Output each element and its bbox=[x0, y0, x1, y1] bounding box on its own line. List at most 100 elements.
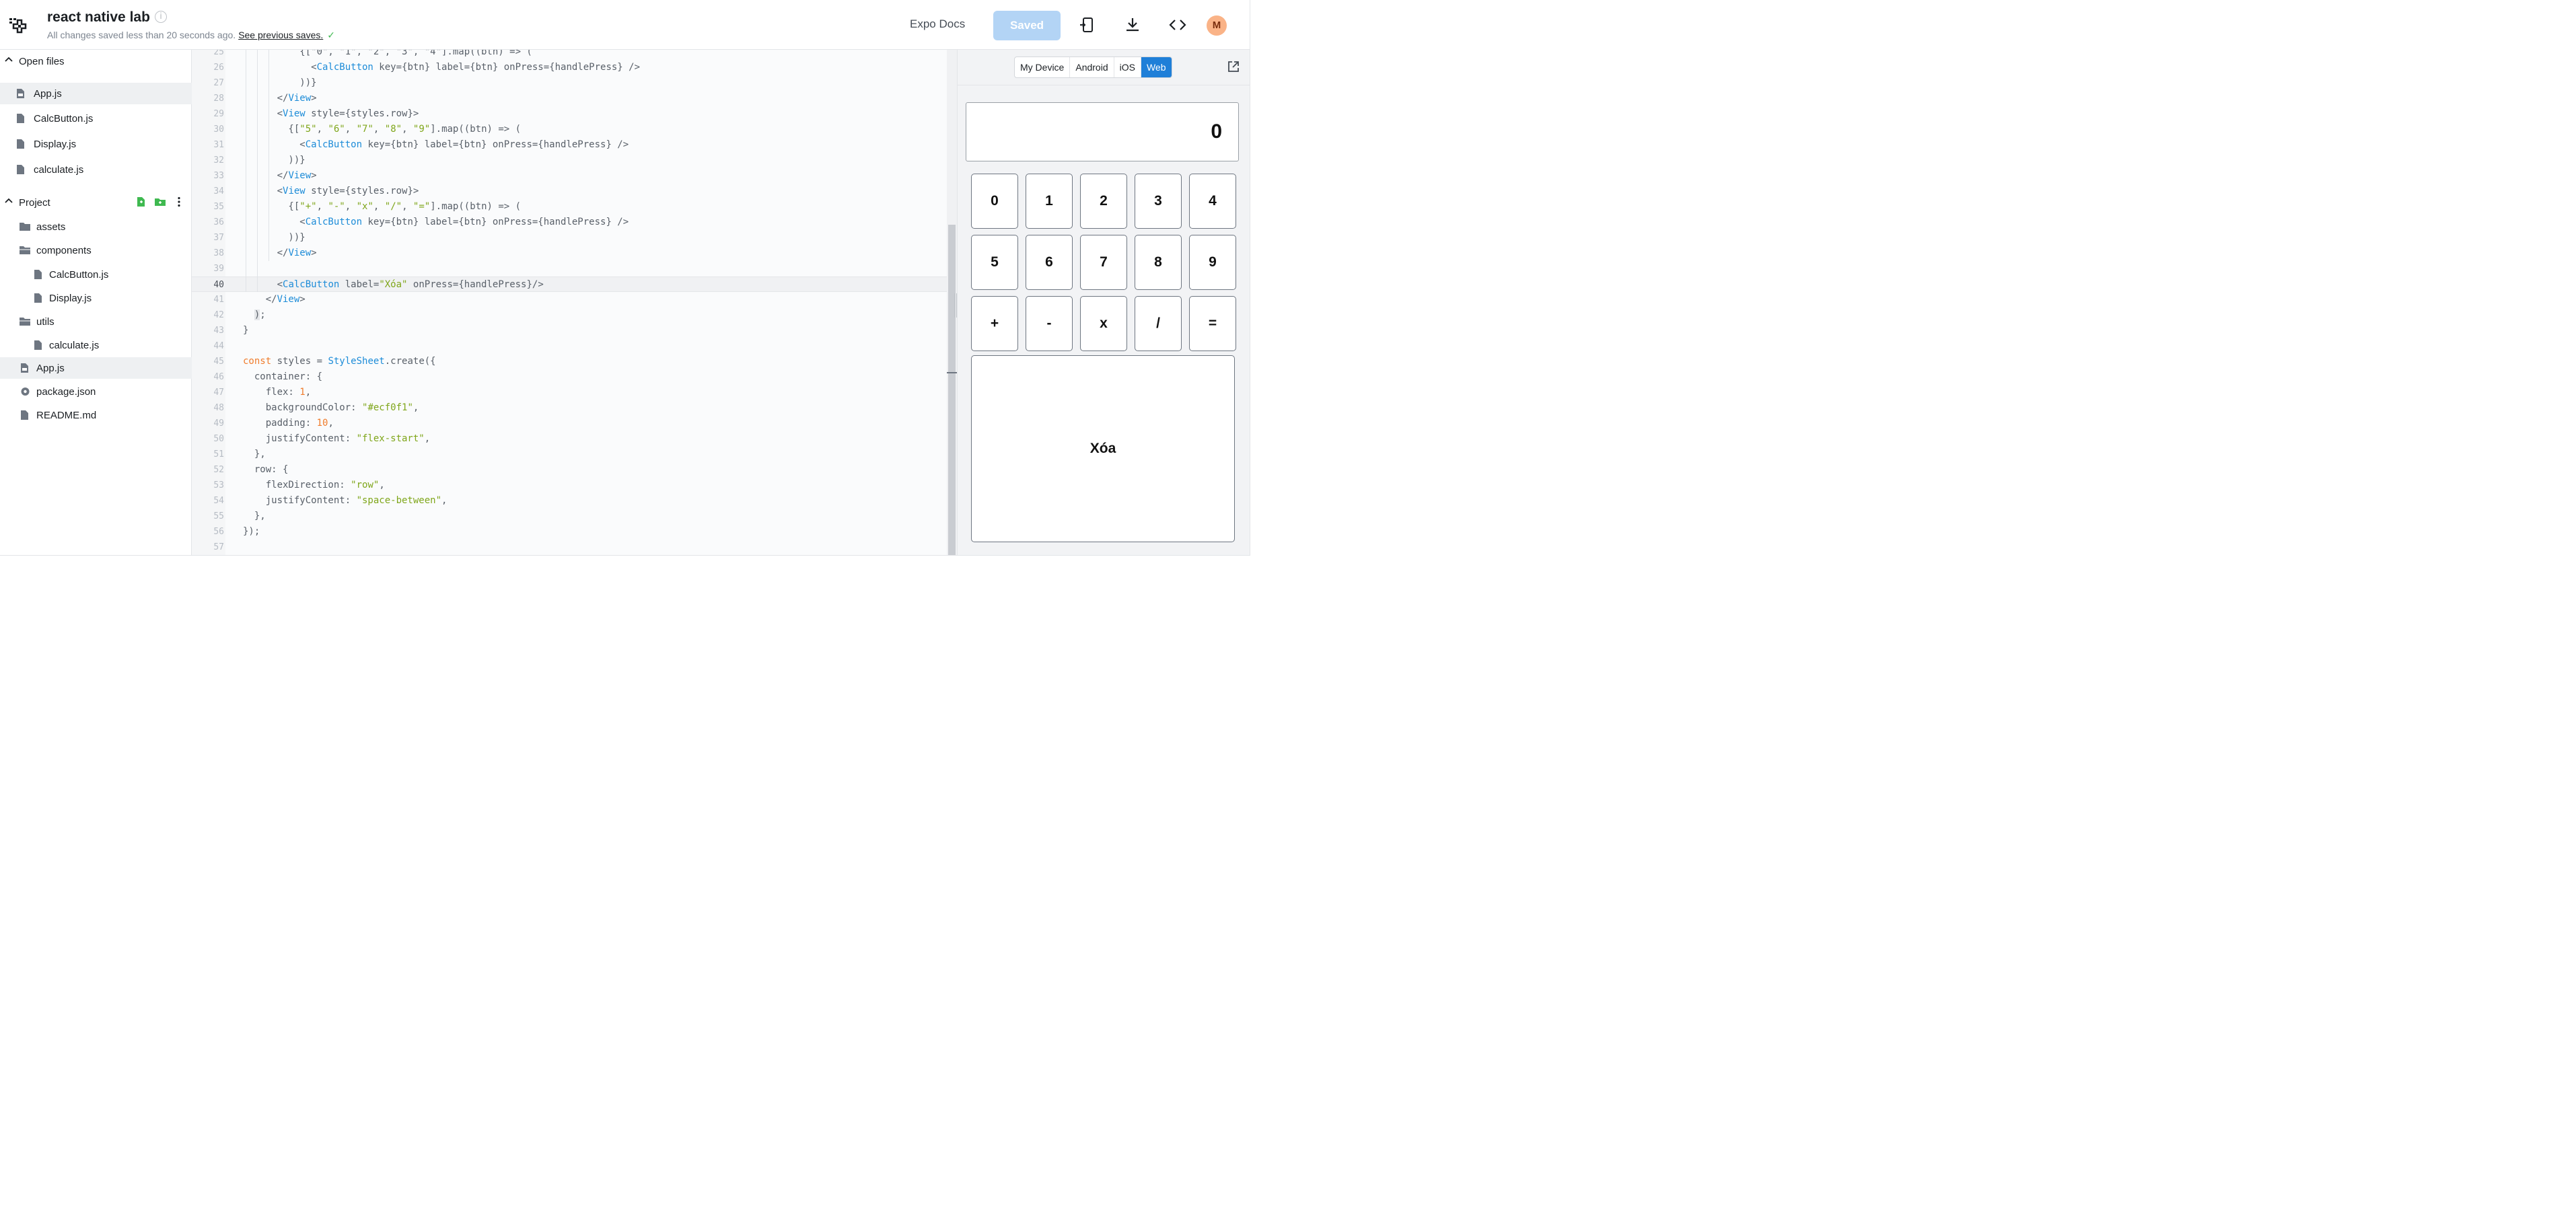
code-line[interactable]: 34 <View style={styles.row}> bbox=[192, 184, 947, 199]
project-title[interactable]: react native lab bbox=[47, 9, 150, 26]
code-line[interactable]: 29 <View style={styles.row}> bbox=[192, 106, 947, 122]
tree-file-readme-md[interactable]: README.md bbox=[0, 404, 192, 426]
code-line[interactable]: 44 bbox=[192, 338, 947, 354]
code-line[interactable]: 32 ))} bbox=[192, 153, 947, 168]
line-number: 39 bbox=[213, 264, 224, 274]
calc-key-7[interactable]: 7 bbox=[1080, 235, 1127, 290]
open-file-calculate-js[interactable]: calculate.js bbox=[0, 159, 192, 180]
code-line[interactable]: 57 bbox=[192, 540, 947, 555]
open-file-app-js[interactable]: App.js bbox=[0, 83, 192, 104]
saved-button[interactable]: Saved bbox=[993, 11, 1061, 40]
code-line[interactable]: 53 flexDirection: "row", bbox=[192, 478, 947, 493]
indent-guide bbox=[257, 50, 258, 292]
calc-key-0[interactable]: 0 bbox=[971, 174, 1018, 229]
open-file-calcbutton-js[interactable]: CalcButton.js bbox=[0, 108, 192, 129]
code-line[interactable]: 27 ))} bbox=[192, 75, 947, 91]
calc-key-minus[interactable]: - bbox=[1026, 296, 1073, 351]
calc-key-multiply[interactable]: x bbox=[1080, 296, 1127, 351]
code-line[interactable]: 56}); bbox=[192, 524, 947, 540]
tree-file-calcbutton-js[interactable]: CalcButton.js bbox=[0, 264, 192, 285]
line-number: 37 bbox=[213, 233, 224, 243]
code-line[interactable]: 26 <CalcButton key={btn} label={btn} onP… bbox=[192, 60, 947, 75]
scrollbar-thumb[interactable] bbox=[948, 225, 956, 555]
expo-docs-button[interactable]: Expo Docs bbox=[910, 17, 965, 31]
code-line[interactable]: 47 flex: 1, bbox=[192, 385, 947, 400]
project-section-header[interactable]: Project bbox=[0, 193, 192, 213]
platform-tabs: My Device Android iOS Web bbox=[1014, 57, 1172, 78]
code-line[interactable]: 33 </View> bbox=[192, 168, 947, 184]
calc-clear-button[interactable]: Xóa bbox=[971, 355, 1235, 542]
calc-key-4[interactable]: 4 bbox=[1189, 174, 1236, 229]
tree-folder-assets[interactable]: assets bbox=[0, 216, 192, 237]
see-previous-saves-link[interactable]: See previous saves. bbox=[238, 30, 323, 40]
code-line[interactable]: 55 }, bbox=[192, 509, 947, 524]
calc-key-8[interactable]: 8 bbox=[1135, 235, 1182, 290]
line-number: 48 bbox=[213, 403, 224, 413]
expo-logo-icon[interactable] bbox=[8, 15, 30, 36]
code-line[interactable]: 37 ))} bbox=[192, 230, 947, 246]
calc-key-6[interactable]: 6 bbox=[1026, 235, 1073, 290]
code-embed-icon[interactable] bbox=[1168, 15, 1188, 35]
calc-key-divide[interactable]: / bbox=[1135, 296, 1182, 351]
code-line[interactable]: 38 </View> bbox=[192, 246, 947, 261]
download-icon[interactable] bbox=[1122, 15, 1143, 35]
tree-file-app-js[interactable]: App.js bbox=[0, 357, 192, 379]
tree-folder-utils[interactable]: utils bbox=[0, 311, 192, 332]
new-folder-icon[interactable] bbox=[154, 196, 166, 208]
more-vertical-icon[interactable] bbox=[173, 196, 185, 208]
folder-name: components bbox=[36, 245, 92, 256]
header-bar: react native lab i All changes saved les… bbox=[0, 0, 1250, 50]
device-preview-icon[interactable] bbox=[1077, 15, 1098, 35]
tree-file-calculate-js[interactable]: calculate.js bbox=[0, 334, 192, 356]
calc-key-plus[interactable]: + bbox=[971, 296, 1018, 351]
calc-key-3[interactable]: 3 bbox=[1135, 174, 1182, 229]
code-line[interactable]: 54 justifyContent: "space-between", bbox=[192, 493, 947, 509]
line-number: 47 bbox=[213, 388, 224, 398]
info-icon[interactable]: i bbox=[155, 11, 167, 23]
code-line[interactable]: 45 const styles = StyleSheet.create({ bbox=[192, 354, 947, 369]
code-line-current[interactable]: 40 <CalcButton label="Xóa" onPress={hand… bbox=[192, 277, 947, 292]
tree-file-package-json[interactable]: package.json bbox=[0, 381, 192, 402]
calc-key-1[interactable]: 1 bbox=[1026, 174, 1073, 229]
code-line[interactable]: 35 {["+", "-", "x", "/", "="].map((btn) … bbox=[192, 199, 947, 215]
code-line[interactable]: 43} bbox=[192, 323, 947, 338]
line-number: 34 bbox=[213, 186, 224, 196]
code-line[interactable]: 52 row: { bbox=[192, 462, 947, 478]
tree-folder-components[interactable]: components bbox=[0, 240, 192, 261]
code-line[interactable]: 49 padding: 10, bbox=[192, 416, 947, 431]
tab-web[interactable]: Web bbox=[1141, 57, 1172, 77]
calculator-display: 0 bbox=[966, 102, 1239, 161]
file-name: README.md bbox=[36, 410, 97, 421]
tab-my-device[interactable]: My Device bbox=[1015, 57, 1071, 77]
calc-key-2[interactable]: 2 bbox=[1080, 174, 1127, 229]
tab-android[interactable]: Android bbox=[1070, 57, 1114, 77]
user-avatar[interactable]: M bbox=[1207, 15, 1227, 36]
gear-file-icon bbox=[21, 388, 30, 396]
tree-file-display-js[interactable]: Display.js bbox=[0, 287, 192, 309]
code-line[interactable]: 25 {["0", "1", "2", "3", "4"].map((btn) … bbox=[192, 50, 947, 60]
code-line[interactable]: 28 </View> bbox=[192, 91, 947, 106]
open-files-label: Open files bbox=[19, 56, 65, 67]
new-file-icon[interactable] bbox=[135, 196, 147, 208]
code-line[interactable]: 46 container: { bbox=[192, 369, 947, 385]
code-line[interactable]: 36 <CalcButton key={btn} label={btn} onP… bbox=[192, 215, 947, 230]
code-line[interactable]: 41 </View> bbox=[192, 292, 947, 307]
code-line[interactable]: 30 {["5", "6", "7", "8", "9"].map((btn) … bbox=[192, 122, 947, 137]
calc-key-9[interactable]: 9 bbox=[1189, 235, 1236, 290]
calc-key-5[interactable]: 5 bbox=[971, 235, 1018, 290]
line-number: 55 bbox=[213, 511, 224, 521]
open-files-section-header[interactable]: Open files bbox=[0, 52, 192, 72]
file-icon bbox=[17, 139, 24, 149]
code-editor[interactable]: 25 {["0", "1", "2", "3", "4"].map((btn) … bbox=[192, 50, 957, 555]
code-line[interactable]: 31 <CalcButton key={btn} label={btn} onP… bbox=[192, 137, 947, 153]
open-file-display-js[interactable]: Display.js bbox=[0, 133, 192, 155]
code-line[interactable]: 48 backgroundColor: "#ecf0f1", bbox=[192, 400, 947, 416]
code-line[interactable]: 51 }, bbox=[192, 447, 947, 462]
calc-key-equals[interactable]: = bbox=[1189, 296, 1236, 351]
code-line[interactable]: 39 bbox=[192, 261, 947, 277]
tab-ios[interactable]: iOS bbox=[1114, 57, 1141, 77]
external-link-icon[interactable] bbox=[1226, 59, 1241, 74]
line-number: 45 bbox=[213, 357, 224, 367]
code-line[interactable]: 50 justifyContent: "flex-start", bbox=[192, 431, 947, 447]
code-line[interactable]: 42 ); bbox=[192, 307, 947, 323]
